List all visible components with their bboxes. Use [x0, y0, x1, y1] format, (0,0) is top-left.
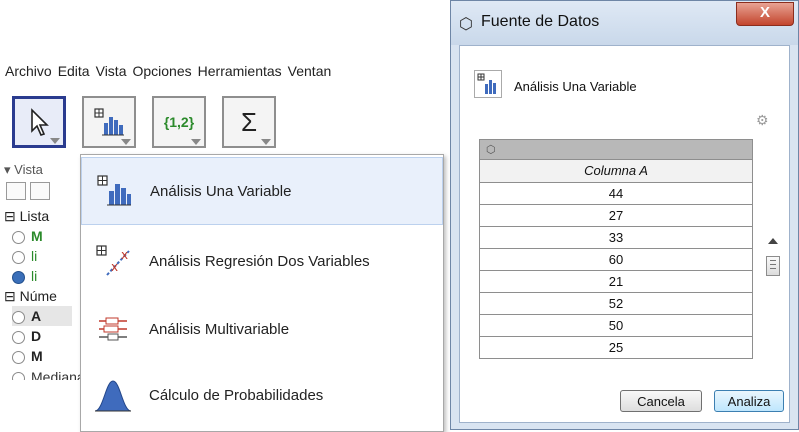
menu-ventana[interactable]: Ventan — [288, 63, 332, 79]
menu-item-two-variable-regression[interactable]: x x Análisis Regresión Dos Variables — [81, 227, 443, 295]
close-icon: X — [759, 4, 770, 21]
menu-herramientas[interactable]: Herramientas — [198, 63, 282, 79]
visibility-circle-icon[interactable] — [12, 350, 25, 364]
visibility-circle-icon[interactable] — [12, 371, 25, 380]
list-item-label: D — [31, 328, 42, 344]
dialog-title: Fuente de Datos — [481, 13, 600, 30]
list-item[interactable]: li — [12, 246, 37, 266]
list-braces-icon: {1,2} — [163, 114, 195, 130]
menu-item-label: Análisis Multivariable — [149, 320, 290, 338]
list-item-label: M — [31, 228, 43, 244]
list-group[interactable]: ⊟ Lista — [4, 206, 49, 226]
view-label: Vista — [14, 162, 43, 177]
menu-item-label: Análisis Regresión Dos Variables — [149, 252, 370, 270]
multivariable-analysis-icon — [91, 307, 135, 351]
analysis-type-label: Análisis Una Variable — [514, 79, 637, 94]
visibility-circle-icon[interactable] — [12, 310, 25, 324]
svg-text:x: x — [111, 260, 118, 274]
toolbar: {1,2} Σ — [0, 92, 450, 154]
geogebra-main-window: Archivo Edita Vista Opciones Herramientas Ven… — [0, 0, 450, 432]
list-item-label: li — [31, 248, 38, 264]
list-tool-button[interactable]: {1,2} — [152, 96, 206, 148]
table-row[interactable]: 33 — [479, 227, 753, 249]
menu-vista[interactable]: Vista — [96, 63, 127, 79]
table-row[interactable]: 27 — [479, 205, 753, 227]
table-row[interactable]: 25 — [479, 337, 753, 359]
svg-text:x: x — [121, 248, 128, 262]
visibility-circle-icon[interactable] — [12, 230, 25, 244]
view-header[interactable]: ▾ Vista — [4, 160, 43, 180]
table-row[interactable]: 44 — [479, 183, 753, 205]
menu-item-multivariable[interactable]: Análisis Multivariable — [81, 295, 443, 363]
vertical-scrollbar[interactable] — [765, 236, 781, 406]
analyze-button[interactable]: Analiza — [714, 390, 784, 412]
data-analysis-tool-button[interactable] — [82, 96, 136, 148]
visibility-circle-icon[interactable] — [12, 330, 25, 344]
algebra-view-panel: ▾ Vista ⊟ Lista M li li ⊟ Núme A D M Med… — [0, 158, 116, 430]
panel-toggle-button-1[interactable] — [6, 182, 26, 200]
panel-toggle-button-2[interactable] — [30, 182, 50, 200]
dialog-body: Análisis Una Variable ⚙ ⬡ Columna A 44 2… — [459, 45, 790, 423]
list-item[interactable]: A — [12, 306, 72, 326]
data-source-icon: ⬡ — [459, 16, 473, 33]
list-item[interactable]: M — [12, 226, 43, 246]
close-button[interactable]: X — [736, 2, 794, 26]
data-source-icon: ⬡ — [486, 144, 496, 156]
sigma-icon: Σ — [240, 106, 258, 137]
visibility-circle-icon[interactable] — [12, 250, 25, 264]
pointer-arrow-icon — [31, 108, 49, 136]
menu-opciones[interactable]: Opciones — [132, 63, 191, 79]
table-select-header[interactable]: ⬡ — [479, 139, 753, 159]
one-variable-analysis-icon — [474, 70, 502, 98]
probability-calculator-icon — [91, 373, 135, 417]
dialog-title-bar[interactable]: ⬡ Fuente de Datos X — [451, 1, 798, 45]
data-analysis-dropdown: Análisis Una Variable x x Análisis Regre… — [80, 154, 444, 432]
menu-item-one-variable[interactable]: Análisis Una Variable — [81, 157, 443, 225]
menu-item-label: Análisis Una Variable — [150, 182, 292, 200]
table-row[interactable]: 21 — [479, 271, 753, 293]
table-row[interactable]: 52 — [479, 293, 753, 315]
list-group-label: Lista — [19, 208, 50, 224]
menu-edita[interactable]: Edita — [58, 63, 90, 79]
move-tool-button[interactable] — [12, 96, 66, 148]
number-group-label: Núme — [19, 288, 57, 304]
number-group[interactable]: ⊟ Núme — [4, 286, 57, 306]
table-row[interactable]: 50 — [479, 315, 753, 337]
column-header[interactable]: Columna A — [479, 159, 753, 183]
menu-item-label: Cálculo de Probabilidades — [149, 386, 324, 404]
menu-item-probability-calculator[interactable]: Cálculo de Probabilidades — [81, 361, 443, 429]
data-table: ⬡ Columna A 44 27 33 60 21 52 50 25 — [479, 139, 753, 359]
list-item-label: li — [31, 268, 38, 284]
gear-icon[interactable]: ⚙ — [756, 112, 769, 129]
menu-bar: Archivo Edita Vista Opciones Herramientas Ven… — [0, 58, 450, 84]
list-item-label: M — [31, 348, 43, 364]
menu-archivo[interactable]: Archivo — [5, 63, 52, 79]
data-source-dialog: ⬡ Fuente de Datos X Análisis Una Variabl… — [450, 0, 799, 430]
table-row[interactable]: 60 — [479, 249, 753, 271]
scroll-up-icon[interactable] — [768, 238, 778, 244]
one-variable-analysis-icon — [92, 169, 136, 213]
visibility-circle-icon[interactable] — [12, 270, 25, 284]
cancel-button[interactable]: Cancela — [620, 390, 702, 412]
sum-tool-button[interactable]: Σ — [222, 96, 276, 148]
list-item[interactable]: M — [12, 346, 43, 366]
scroll-thumb[interactable] — [766, 256, 780, 276]
list-item[interactable]: li — [12, 266, 37, 286]
list-item[interactable]: D — [12, 326, 41, 346]
list-item-label: A — [31, 308, 42, 324]
two-variable-regression-icon: x x — [91, 239, 135, 283]
bar-chart-icon — [94, 108, 124, 136]
